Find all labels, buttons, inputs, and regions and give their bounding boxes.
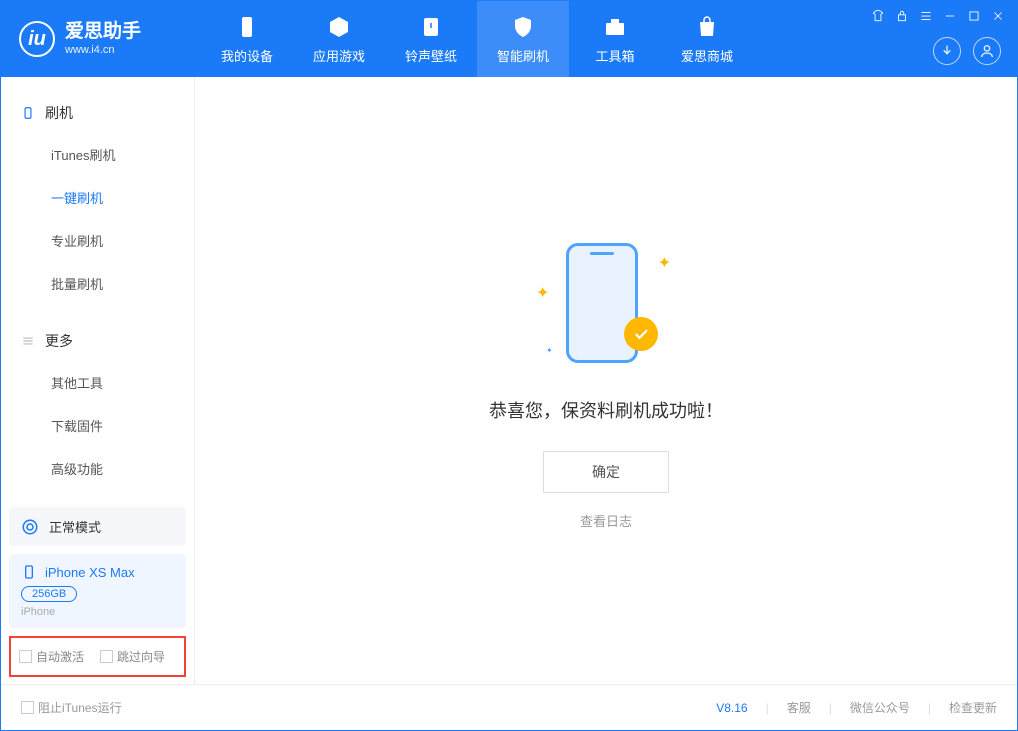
sidebar-item-download-firmware[interactable]: 下载固件 <box>1 404 194 447</box>
download-button[interactable] <box>933 37 961 65</box>
tab-toolbox[interactable]: 工具箱 <box>569 1 661 77</box>
app-subtitle: www.i4.cn <box>65 44 141 57</box>
device-info-card[interactable]: iPhone XS Max 256GB iPhone <box>9 554 186 628</box>
footer-link-update[interactable]: 检查更新 <box>949 699 997 716</box>
tab-label: 我的设备 <box>221 46 273 65</box>
sidebar: 刷机 iTunes刷机 一键刷机 专业刷机 批量刷机 更多 其他工具 下载固件 … <box>1 77 195 685</box>
menu-icon[interactable] <box>919 9 933 23</box>
list-icon <box>21 334 35 348</box>
success-message: 恭喜您，保资料刷机成功啦！ <box>489 397 723 423</box>
sidebar-item-pro-flash[interactable]: 专业刷机 <box>1 219 194 262</box>
phone-icon <box>21 564 37 580</box>
sidebar-item-other-tools[interactable]: 其他工具 <box>1 361 194 404</box>
sidebar-section-more: 更多 <box>1 321 194 361</box>
phone-icon <box>234 14 260 40</box>
app-title: 爱思助手 <box>65 21 141 44</box>
minimize-icon[interactable] <box>943 9 957 23</box>
success-check-icon <box>624 317 658 351</box>
device-type: iPhone <box>21 606 174 618</box>
window-controls <box>871 9 1005 23</box>
sparkle-icon: ✦ <box>658 253 671 273</box>
device-icon <box>21 106 35 120</box>
sidebar-item-oneclick-flash[interactable]: 一键刷机 <box>1 176 194 219</box>
footer-link-support[interactable]: 客服 <box>787 699 811 716</box>
view-log-link[interactable]: 查看日志 <box>580 511 632 530</box>
close-icon[interactable] <box>991 9 1005 23</box>
device-storage: 256GB <box>21 586 77 602</box>
app-header: iu 爱思助手 www.i4.cn 我的设备 应用游戏 铃声壁纸 智能刷机 工具… <box>1 1 1017 77</box>
main-content: ✦ ✦ ✦ 恭喜您，保资料刷机成功啦！ 确定 查看日志 <box>195 77 1017 685</box>
maximize-icon[interactable] <box>967 9 981 23</box>
footer: 阻止iTunes运行 V8.16 | 客服 | 微信公众号 | 检查更新 <box>1 684 1017 730</box>
tshirt-icon[interactable] <box>871 9 885 23</box>
music-icon <box>418 14 444 40</box>
nav-tabs: 我的设备 应用游戏 铃声壁纸 智能刷机 工具箱 爱思商城 <box>201 1 753 77</box>
tab-label: 爱思商城 <box>681 46 733 65</box>
toolbox-icon <box>602 14 628 40</box>
sidebar-item-itunes-flash[interactable]: iTunes刷机 <box>1 133 194 176</box>
sidebar-item-batch-flash[interactable]: 批量刷机 <box>1 262 194 305</box>
sparkle-icon: ✦ <box>536 283 549 303</box>
tab-apps-games[interactable]: 应用游戏 <box>293 1 385 77</box>
tab-smart-flash[interactable]: 智能刷机 <box>477 1 569 77</box>
app-logo-icon: iu <box>19 21 55 57</box>
success-illustration: ✦ ✦ ✦ <box>536 233 676 373</box>
tab-label: 智能刷机 <box>497 46 549 65</box>
confirm-button[interactable]: 确定 <box>543 451 669 493</box>
checkbox-skip-guide[interactable]: 跳过向导 <box>100 648 165 665</box>
version-label: V8.16 <box>716 701 747 715</box>
mode-card[interactable]: 正常模式 <box>9 507 186 546</box>
checkbox-row: 自动激活 跳过向导 <box>9 636 186 677</box>
bag-icon <box>694 14 720 40</box>
checkbox-auto-activate[interactable]: 自动激活 <box>19 648 84 665</box>
tab-label: 工具箱 <box>595 46 634 65</box>
lock-icon[interactable] <box>895 9 909 23</box>
tab-label: 铃声壁纸 <box>405 46 457 65</box>
logo-area: iu 爱思助手 www.i4.cn <box>1 21 201 57</box>
user-button[interactable] <box>973 37 1001 65</box>
tab-my-device[interactable]: 我的设备 <box>201 1 293 77</box>
shield-icon <box>510 14 536 40</box>
sidebar-section-flash: 刷机 <box>1 93 194 133</box>
sync-icon <box>21 518 39 536</box>
mode-label: 正常模式 <box>49 517 101 536</box>
sidebar-item-advanced[interactable]: 高级功能 <box>1 447 194 490</box>
cube-icon <box>326 14 352 40</box>
device-name: iPhone XS Max <box>45 565 135 580</box>
tab-store[interactable]: 爱思商城 <box>661 1 753 77</box>
tab-ringtones[interactable]: 铃声壁纸 <box>385 1 477 77</box>
footer-link-wechat[interactable]: 微信公众号 <box>850 699 910 716</box>
sparkle-icon: ✦ <box>546 346 553 355</box>
tab-label: 应用游戏 <box>313 46 365 65</box>
checkbox-stop-itunes[interactable]: 阻止iTunes运行 <box>21 699 122 716</box>
